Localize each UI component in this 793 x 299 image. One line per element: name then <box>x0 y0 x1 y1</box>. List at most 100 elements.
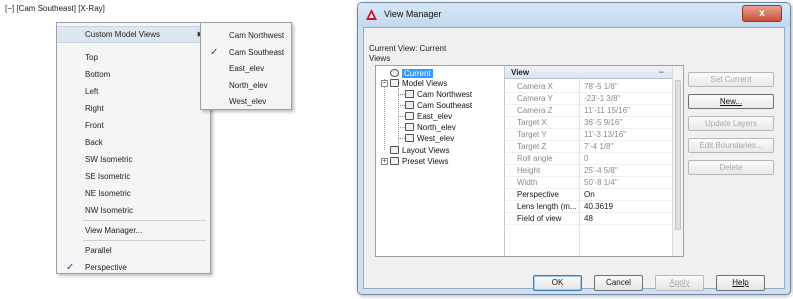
menu-item-label: Front <box>85 121 104 130</box>
menu-item-label: Back <box>85 138 103 147</box>
update-layers-button[interactable]: Update Layers <box>688 116 774 131</box>
menu-item-label: Right <box>85 104 104 113</box>
menu-item-label: Cam Northwest <box>229 31 285 40</box>
properties-header[interactable]: View − <box>505 66 672 79</box>
menu-item-top[interactable]: Top <box>57 49 210 66</box>
views-tree: Current − Model Views Cam Northwest Cam … <box>376 66 504 256</box>
menu-item-view-manager[interactable]: View Manager... <box>57 222 210 239</box>
tree-node-north-elev[interactable]: North_elev <box>405 122 456 133</box>
menu-item-label: Custom Model Views <box>85 30 160 39</box>
button-label: Cancel <box>606 278 631 287</box>
cancel-button[interactable]: Cancel <box>594 275 643 291</box>
checkmark-icon: ✓ <box>210 47 219 58</box>
property-name: Field of view <box>517 214 562 223</box>
tree-node-cam-northwest[interactable]: Cam Northwest <box>405 89 472 100</box>
new-view-button[interactable]: New... <box>688 94 774 109</box>
property-value[interactable]: 40.3619 <box>584 201 613 213</box>
property-row: Camera X 78'-5 1/8" <box>505 81 672 93</box>
view-icon <box>405 112 414 120</box>
close-button[interactable]: x <box>742 5 782 22</box>
delete-view-button[interactable]: Delete <box>688 160 774 175</box>
menu-separator <box>83 240 206 241</box>
submenu-item-north-elev[interactable]: North_elev <box>201 77 291 94</box>
submenu-item-cam-southeast[interactable]: ✓ Cam Southeast <box>201 44 291 61</box>
viewport-visualstyle-toggle[interactable]: [X-Ray] <box>78 4 105 13</box>
menu-item-ne-isometric[interactable]: NE Isometric <box>57 185 210 202</box>
property-value[interactable]: 48 <box>584 213 593 225</box>
view-properties-grid: View − Camera X 78'-5 1/8" Camera Y -23'-1 … <box>504 66 672 256</box>
menu-item-parallel[interactable]: Parallel <box>57 242 210 259</box>
property-row[interactable]: Field of view 48 <box>505 213 672 225</box>
autocad-logo-icon <box>366 9 377 20</box>
menu-item-label: Perspective <box>85 263 127 272</box>
tree-line <box>384 79 385 150</box>
ok-button[interactable]: OK <box>533 275 582 291</box>
property-name: Roll angle <box>517 154 553 163</box>
menu-item-left[interactable]: Left <box>57 83 210 100</box>
expand-icon[interactable]: + <box>381 158 388 165</box>
submenu-item-west-elev[interactable]: West_elev <box>201 93 291 110</box>
property-row: Target Y 11'-3 13/16" <box>505 129 672 141</box>
tree-node-cam-southeast[interactable]: Cam Southeast <box>405 100 472 111</box>
checkmark-icon: ✓ <box>66 262 75 273</box>
menu-item-nw-isometric[interactable]: NW Isometric <box>57 202 210 219</box>
help-button[interactable]: Help <box>716 275 765 291</box>
property-name: Target Y <box>517 130 547 139</box>
tree-node-west-elev[interactable]: West_elev <box>405 133 454 144</box>
menu-item-bottom[interactable]: Bottom <box>57 66 210 83</box>
menu-item-se-isometric[interactable]: SE Isometric <box>57 168 210 185</box>
button-label: Update Layers <box>704 119 758 128</box>
tree-node-label: Cam Southeast <box>417 101 473 110</box>
submenu-item-east-elev[interactable]: East_elev <box>201 60 291 77</box>
dialog-titlebar[interactable]: View Manager x <box>358 3 790 27</box>
property-row[interactable]: Lens length (m... 40.3619 <box>505 201 672 213</box>
property-row[interactable]: Perspective On <box>505 189 672 201</box>
tree-node-label: Layout Views <box>402 146 450 155</box>
button-label: Help <box>732 278 749 287</box>
tree-node-model-views[interactable]: Model Views <box>390 78 447 89</box>
submenu-item-cam-northwest[interactable]: Cam Northwest <box>201 27 291 44</box>
menu-item-label: SW Isometric <box>85 155 133 164</box>
camera-icon <box>405 90 414 98</box>
properties-category: View <box>511 68 530 77</box>
tree-node-layout-views[interactable]: Layout Views <box>390 145 449 156</box>
tree-node-east-elev[interactable]: East_elev <box>405 111 452 122</box>
menu-item-sw-isometric[interactable]: SW Isometric <box>57 151 210 168</box>
set-current-button[interactable]: Set Current <box>688 72 774 87</box>
menu-item-perspective[interactable]: ✓ Perspective <box>57 259 210 276</box>
menu-item-label: East_elev <box>229 64 265 73</box>
menu-item-label: Parallel <box>85 246 112 255</box>
property-name: Target Z <box>517 142 547 151</box>
scrollbar-thumb[interactable] <box>675 80 681 230</box>
menu-item-label: Cam Southeast <box>229 48 285 57</box>
button-label: New... <box>719 97 743 106</box>
menu-item-right[interactable]: Right <box>57 100 210 117</box>
property-value: 78'-5 1/8" <box>584 82 618 91</box>
collapse-category-icon[interactable]: − <box>659 67 664 77</box>
menu-item-label: View Manager... <box>85 226 143 235</box>
property-value[interactable]: On <box>584 189 595 201</box>
tree-node-label: East_elev <box>417 112 453 121</box>
property-row: Target X 36'-5 9/16" <box>505 117 672 129</box>
collapse-icon[interactable]: − <box>381 80 388 87</box>
tree-node-label: West_elev <box>417 134 455 143</box>
viewport-controls-toggle[interactable]: [−] <box>5 4 14 13</box>
viewport-view-toggle[interactable]: [Cam Southeast] <box>16 4 76 13</box>
tree-node-label: Cam Northwest <box>417 90 473 99</box>
tree-node-preset-views[interactable]: Preset Views <box>390 156 449 167</box>
apply-button[interactable]: Apply <box>655 275 704 291</box>
property-value: 25'-4 5/8" <box>584 166 618 175</box>
menu-item-front[interactable]: Front <box>57 117 210 134</box>
tree-node-label: Preset Views <box>402 157 449 166</box>
property-name: Perspective <box>517 190 559 199</box>
menu-item-custom-model-views[interactable]: Custom Model Views ▶ <box>57 26 210 43</box>
menu-item-label: West_elev <box>229 97 267 106</box>
properties-scrollbar[interactable] <box>672 66 683 256</box>
property-name: Height <box>517 166 541 175</box>
views-group-label: Views <box>369 54 391 63</box>
menu-item-back[interactable]: Back <box>57 134 210 151</box>
view-icon <box>405 123 414 131</box>
edit-boundaries-button[interactable]: Edit Boundaries... <box>688 138 774 153</box>
menu-item-label: Bottom <box>85 70 111 79</box>
view-manager-dialog: View Manager x Current View: Current Vie… <box>357 2 791 295</box>
